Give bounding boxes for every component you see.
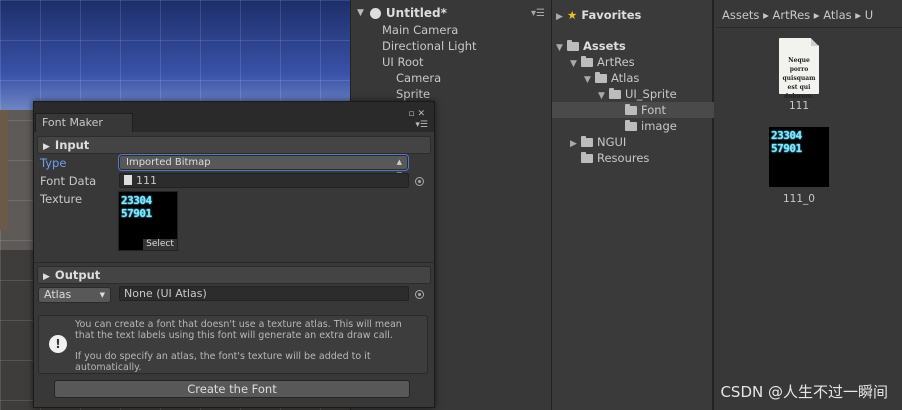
expand-arrow-icon[interactable]: ▶ [556,9,567,25]
window-controls: ▫✕ [408,109,428,119]
close-icon[interactable]: ✕ [417,109,428,119]
texture-digits-line: 57901 [771,142,802,155]
object-picker-icon[interactable] [415,177,424,186]
star-icon: ★ [567,8,578,22]
asset-item-111-0[interactable]: 23304 57901 111_0 [768,127,830,205]
hierarchy-item-sprite[interactable]: Sprite [382,86,477,102]
help-box: ! You can create a font that doesn't use… [38,315,428,374]
tree-item-artres[interactable]: ▼ ArtRes [570,54,635,70]
font-data-value: 111 [136,174,157,187]
tree-item-ui-sprite[interactable]: ▼ UI_Sprite [598,86,677,102]
texture-digits-line: 57901 [121,207,152,220]
tree-item-resoures[interactable]: Resoures [581,150,649,166]
asset-name: 111_0 [783,193,815,205]
texture-slot[interactable]: 23304 57901 Select [118,191,178,251]
collapse-arrow-icon[interactable]: ▼ [570,56,581,72]
project-folder-tree: ▶ ★ Favorites ▼ Assets ▼ ArtRes ▼ Atlas ▼ UI_S… [552,0,714,410]
type-dropdown[interactable]: Imported Bitmap ▲▼ [119,155,408,179]
help-paragraph: You can create a font that doesn't use a… [75,319,402,341]
font-data-label: Font Data [40,174,97,188]
tree-item-image[interactable]: image [625,118,677,134]
folder-icon [581,152,593,163]
info-icon: ! [49,335,67,353]
tree-item-favorites[interactable]: ▶ ★ Favorites [556,7,641,23]
watermark: CSDN @人生不过一瞬间 [720,383,888,401]
asset-thumb-text: Neque porro quisquam est qui dolorem. [782,57,816,100]
input-section-header[interactable]: ▶ Input [37,136,431,154]
type-label: Type [40,156,67,170]
texture-digits-line: 23304 [771,129,802,142]
folder-icon [581,56,593,67]
atlas-dropdown-value: Atlas [44,288,72,301]
unity-scene-icon [369,7,381,19]
hierarchy-item-main-camera[interactable]: Main Camera [382,22,477,38]
scene-object [0,110,8,230]
tree-item-ngui[interactable]: ▶ NGUI [570,134,626,150]
tree-item-atlas[interactable]: ▼ Atlas [584,70,639,86]
hierarchy-list: Main Camera Directional Light UI Root Ca… [382,22,477,102]
collapse-arrow-icon[interactable]: ▼ [556,40,567,56]
texture-digits-line: 23304 [121,194,152,207]
tree-item-assets[interactable]: ▼ Assets [556,38,626,54]
collapse-arrow-icon[interactable]: ▼ [584,72,595,88]
divider [34,262,434,263]
expand-arrow-icon[interactable]: ▶ [570,136,581,152]
project-panel: ▶ ★ Favorites ▼ Assets ▼ ArtRes ▼ Atlas ▼ UI_S… [551,0,902,410]
folder-icon [609,88,621,99]
hierarchy-item-directional-light[interactable]: Directional Light [382,38,477,54]
tab-font-maker[interactable]: Font Maker [35,113,133,132]
hierarchy-options-icon[interactable]: ▾☰ [531,8,545,19]
help-text: You can create a font that doesn't use a… [75,319,421,373]
folder-icon [567,40,579,51]
object-picker-icon[interactable] [415,290,424,299]
collapse-arrow-icon[interactable]: ▶ [43,142,50,152]
font-maker-titlebar[interactable]: Font Maker ▫✕ ▾☰ [34,102,434,132]
tree-item-font[interactable]: Font [552,102,714,118]
folder-icon [625,120,637,131]
output-section-header[interactable]: ▶ Output [37,266,431,284]
font-data-field[interactable]: 111 [119,173,409,188]
collapse-arrow-icon[interactable]: ▶ [43,272,50,282]
asset-item-111[interactable]: Neque porro quisquam est qui dolorem. 11… [772,38,826,112]
create-font-button[interactable]: Create the Font [54,380,410,398]
hierarchy-item-ui-root[interactable]: UI Root [382,54,477,70]
folder-icon [625,104,637,115]
atlas-type-dropdown[interactable]: Atlas ▼ [38,287,111,303]
help-paragraph: If you do specify an atlas, the font's t… [75,351,371,373]
texture-thumbnail: 23304 57901 [769,127,829,187]
asset-name: 111 [788,100,810,112]
texture-label: Texture [40,192,83,206]
font-maker-window: Font Maker ▫✕ ▾☰ ▶ Input Type Imported Bi… [33,101,435,408]
window-menu-icon[interactable]: ▾☰ [415,120,428,130]
dropdown-caret-icon: ▼ [99,291,105,299]
collapse-arrow-icon[interactable]: ▼ [357,8,364,18]
project-asset-view: Assets ▸ ArtRes ▸ Atlas ▸ U Neque porro … [716,0,902,410]
scene-name: Untitled* [385,6,447,20]
file-icon [124,175,132,185]
atlas-field[interactable]: None (UI Atlas) [119,286,409,301]
type-dropdown-value: Imported Bitmap [126,157,211,168]
folder-icon [595,72,607,83]
hierarchy-item-camera[interactable]: Camera [382,70,477,86]
atlas-field-value: None (UI Atlas) [124,287,207,300]
texture-select-button[interactable]: Select [143,239,177,250]
text-file-icon: Neque porro quisquam est qui dolorem. [779,38,819,100]
folder-icon [581,136,593,147]
breadcrumb[interactable]: Assets ▸ ArtRes ▸ Atlas ▸ U [716,0,902,28]
